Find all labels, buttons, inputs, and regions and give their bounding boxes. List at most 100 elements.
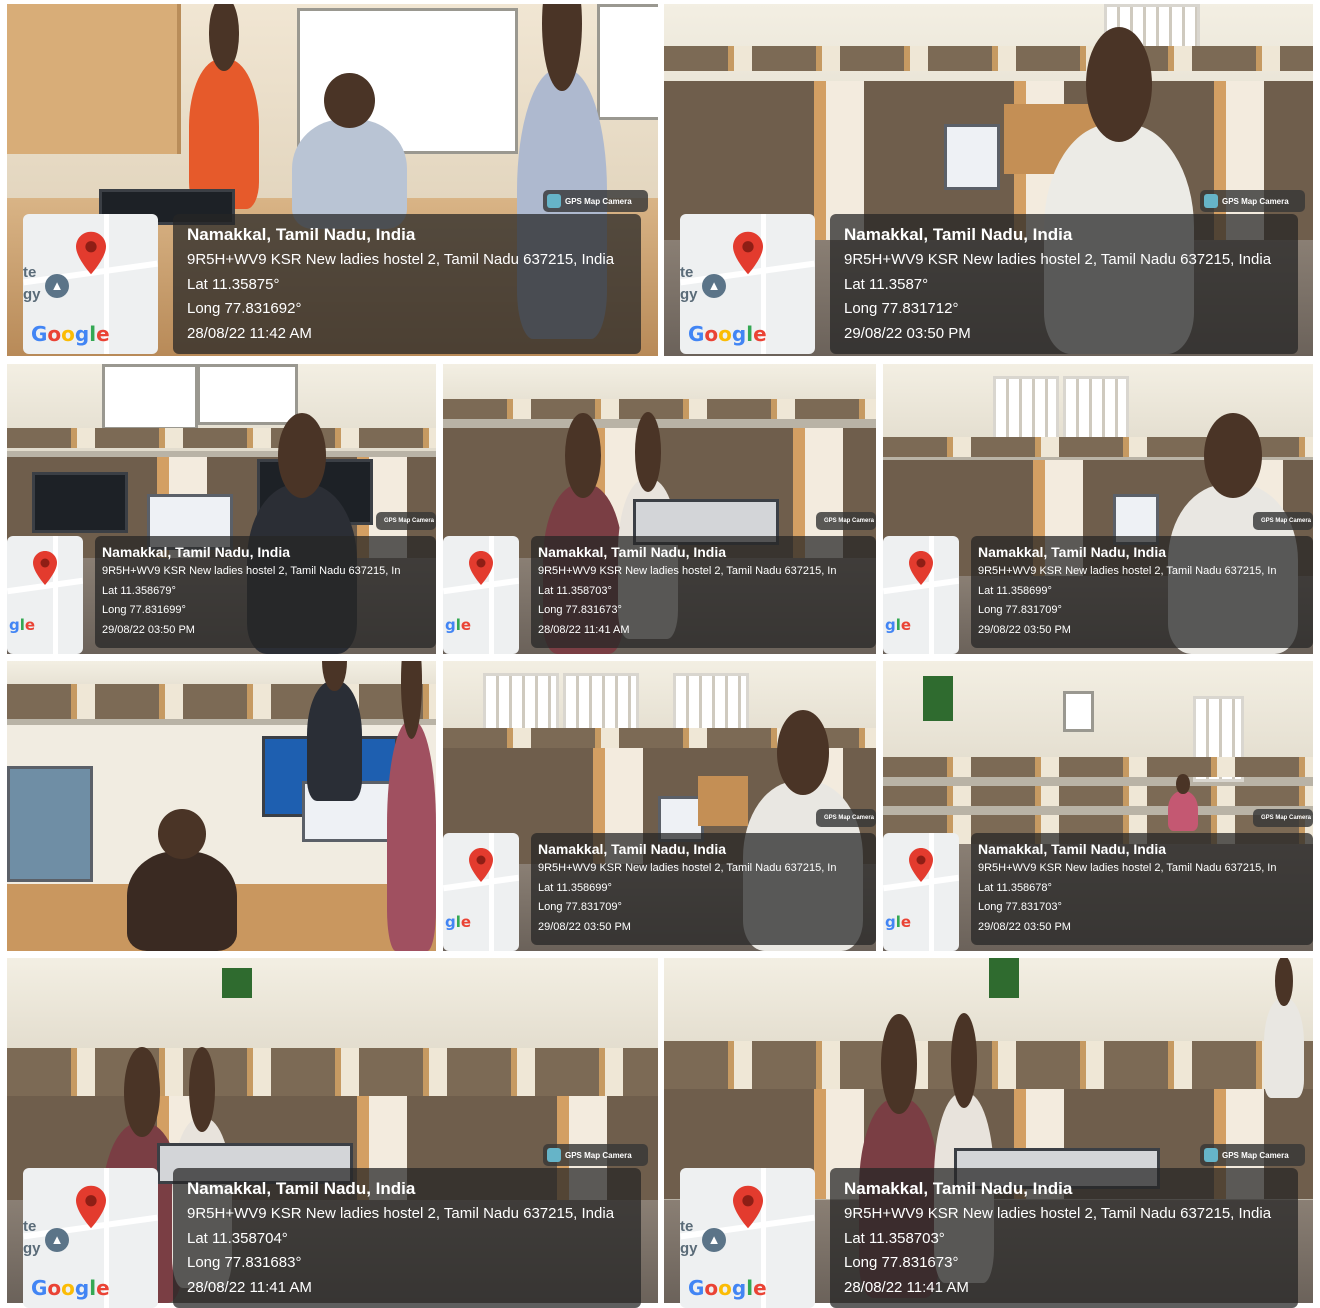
map-label-fragment: te bbox=[23, 1218, 37, 1235]
google-logo: Google bbox=[688, 1276, 767, 1300]
map-thumbnail: gle bbox=[443, 536, 519, 654]
latitude: Lat 11.358703° bbox=[844, 1229, 945, 1247]
timestamp: 29/08/22 03:50 PM bbox=[102, 623, 195, 636]
gps-badge-label: GPS Map Camera bbox=[1261, 815, 1312, 821]
location-address: 9R5H+WV9 KSR New ladies hostel 2, Tamil … bbox=[187, 251, 615, 268]
map-thumbnail: te gy ▲ Google bbox=[23, 214, 158, 354]
latitude: Lat 11.358703° bbox=[538, 584, 612, 597]
education-place-icon: ▲ bbox=[45, 274, 69, 298]
location-address: 9R5H+WV9 KSR New ladies hostel 2, Tamil … bbox=[538, 862, 837, 874]
gps-badge-label: GPS Map Camera bbox=[565, 1150, 632, 1160]
longitude: Long 77.831703° bbox=[978, 901, 1062, 913]
location-info-panel: Namakkal, Tamil Nadu, India 9R5H+WV9 KSR … bbox=[531, 833, 876, 945]
location-city: Namakkal, Tamil Nadu, India bbox=[102, 544, 291, 560]
gps-map-camera-badge: GPS Map Camera bbox=[1200, 1144, 1305, 1166]
map-pin-icon bbox=[33, 550, 57, 591]
gps-badge-label: GPS Map Camera bbox=[1222, 1150, 1289, 1160]
map-label-fragment: te bbox=[680, 1218, 694, 1235]
map-thumbnail: te gy ▲ Google bbox=[680, 1168, 815, 1308]
gps-badge-label: GPS Map Camera bbox=[384, 518, 435, 524]
location-city: Namakkal, Tamil Nadu, India bbox=[538, 544, 727, 560]
longitude: Long 77.831683° bbox=[187, 1254, 302, 1271]
map-label-fragment: te bbox=[680, 264, 694, 281]
location-address: 9R5H+WV9 KSR New ladies hostel 2, Tamil … bbox=[102, 565, 401, 577]
location-address: 9R5H+WV9 KSR New ladies hostel 2, Tamil … bbox=[844, 251, 1272, 268]
google-logo: gle bbox=[9, 616, 36, 634]
gps-map-camera-badge: GPS Map Camera bbox=[376, 512, 436, 530]
map-thumbnail: gle bbox=[7, 536, 83, 654]
map-pin-icon bbox=[75, 231, 106, 280]
camera-icon bbox=[1204, 194, 1218, 208]
gps-badge-label: GPS Map Camera bbox=[1222, 196, 1289, 206]
timestamp: 28/08/22 11:41 AM bbox=[538, 623, 630, 636]
education-place-icon: ▲ bbox=[702, 274, 726, 298]
longitude: Long 77.831709° bbox=[538, 901, 622, 913]
location-address: 9R5H+WV9 KSR New ladies hostel 2, Tamil … bbox=[978, 862, 1277, 874]
location-info-panel: Namakkal, Tamil Nadu, India 9R5H+WV9 KSR … bbox=[971, 833, 1313, 945]
timestamp: 28/08/22 11:42 AM bbox=[187, 324, 312, 342]
latitude: Lat 11.3587° bbox=[844, 275, 929, 293]
latitude: Lat 11.358699° bbox=[538, 881, 612, 894]
gps-badge-label: GPS Map Camera bbox=[824, 815, 875, 821]
education-place-icon: ▲ bbox=[45, 1228, 69, 1252]
location-info-panel: Namakkal, Tamil Nadu, India 9R5H+WV9 KSR … bbox=[173, 214, 641, 354]
location-address: 9R5H+WV9 KSR New ladies hostel 2, Tamil … bbox=[978, 565, 1277, 577]
google-logo: Google bbox=[31, 1276, 110, 1300]
map-thumbnail: gle bbox=[443, 833, 519, 951]
timestamp: 29/08/22 03:50 PM bbox=[844, 324, 971, 342]
gps-map-camera-badge: GPS Map Camera bbox=[543, 190, 648, 212]
google-logo: gle bbox=[445, 913, 472, 931]
map-thumbnail: gle bbox=[883, 536, 959, 654]
google-logo: gle bbox=[885, 616, 912, 634]
camera-icon bbox=[1204, 1148, 1218, 1162]
location-address: 9R5H+WV9 KSR New ladies hostel 2, Tamil … bbox=[187, 1205, 615, 1222]
google-logo: gle bbox=[445, 616, 472, 634]
latitude: Lat 11.35875° bbox=[187, 275, 280, 293]
map-label-fragment: te bbox=[23, 264, 37, 281]
location-address: 9R5H+WV9 KSR New ladies hostel 2, Tamil … bbox=[844, 1205, 1272, 1222]
longitude: Long 77.831673° bbox=[844, 1254, 959, 1271]
map-pin-icon bbox=[75, 1185, 106, 1234]
timestamp: 28/08/22 11:41 AM bbox=[844, 1278, 969, 1296]
timestamp: 29/08/22 03:50 PM bbox=[978, 920, 1071, 933]
map-label-fragment: gy bbox=[23, 1240, 41, 1257]
longitude: Long 77.831712° bbox=[844, 300, 959, 317]
latitude: Lat 11.358704° bbox=[187, 1229, 288, 1247]
gps-badge-label: GPS Map Camera bbox=[1261, 518, 1312, 524]
gps-map-camera-badge: GPS Map Camera bbox=[816, 809, 876, 827]
map-pin-icon bbox=[732, 231, 763, 280]
timestamp: 29/08/22 03:50 PM bbox=[538, 920, 631, 933]
map-pin-icon bbox=[469, 847, 493, 888]
gps-badge-label: GPS Map Camera bbox=[824, 518, 875, 524]
location-info-panel: Namakkal, Tamil Nadu, India 9R5H+WV9 KSR … bbox=[971, 536, 1313, 648]
location-address: 9R5H+WV9 KSR New ladies hostel 2, Tamil … bbox=[538, 565, 837, 577]
longitude: Long 77.831699° bbox=[102, 604, 186, 616]
map-thumbnail: te gy ▲ Google bbox=[23, 1168, 158, 1308]
location-city: Namakkal, Tamil Nadu, India bbox=[844, 225, 1073, 244]
location-info-panel: Namakkal, Tamil Nadu, India 9R5H+WV9 KSR … bbox=[95, 536, 436, 648]
timestamp: 29/08/22 03:50 PM bbox=[978, 623, 1071, 636]
map-label-fragment: gy bbox=[680, 1240, 698, 1257]
gps-map-camera-badge: GPS Map Camera bbox=[816, 512, 876, 530]
latitude: Lat 11.358699° bbox=[978, 584, 1052, 597]
education-place-icon: ▲ bbox=[702, 1228, 726, 1252]
photo-6 bbox=[7, 661, 436, 951]
longitude: Long 77.831673° bbox=[538, 604, 622, 616]
map-label-fragment: gy bbox=[680, 286, 698, 303]
timestamp: 28/08/22 11:41 AM bbox=[187, 1278, 312, 1296]
camera-icon bbox=[547, 194, 561, 208]
location-city: Namakkal, Tamil Nadu, India bbox=[538, 841, 727, 857]
map-pin-icon bbox=[909, 847, 933, 888]
longitude: Long 77.831709° bbox=[978, 604, 1062, 616]
location-info-panel: Namakkal, Tamil Nadu, India 9R5H+WV9 KSR … bbox=[830, 214, 1298, 354]
google-logo: gle bbox=[885, 913, 912, 931]
location-info-panel: Namakkal, Tamil Nadu, India 9R5H+WV9 KSR … bbox=[830, 1168, 1298, 1308]
map-pin-icon bbox=[469, 550, 493, 591]
map-pin-icon bbox=[909, 550, 933, 591]
gps-map-camera-badge: GPS Map Camera bbox=[1253, 809, 1313, 827]
location-city: Namakkal, Tamil Nadu, India bbox=[187, 1179, 416, 1198]
camera-icon bbox=[547, 1148, 561, 1162]
latitude: Lat 11.358679° bbox=[102, 584, 176, 597]
location-city: Namakkal, Tamil Nadu, India bbox=[187, 225, 416, 244]
latitude: Lat 11.358678° bbox=[978, 881, 1052, 894]
